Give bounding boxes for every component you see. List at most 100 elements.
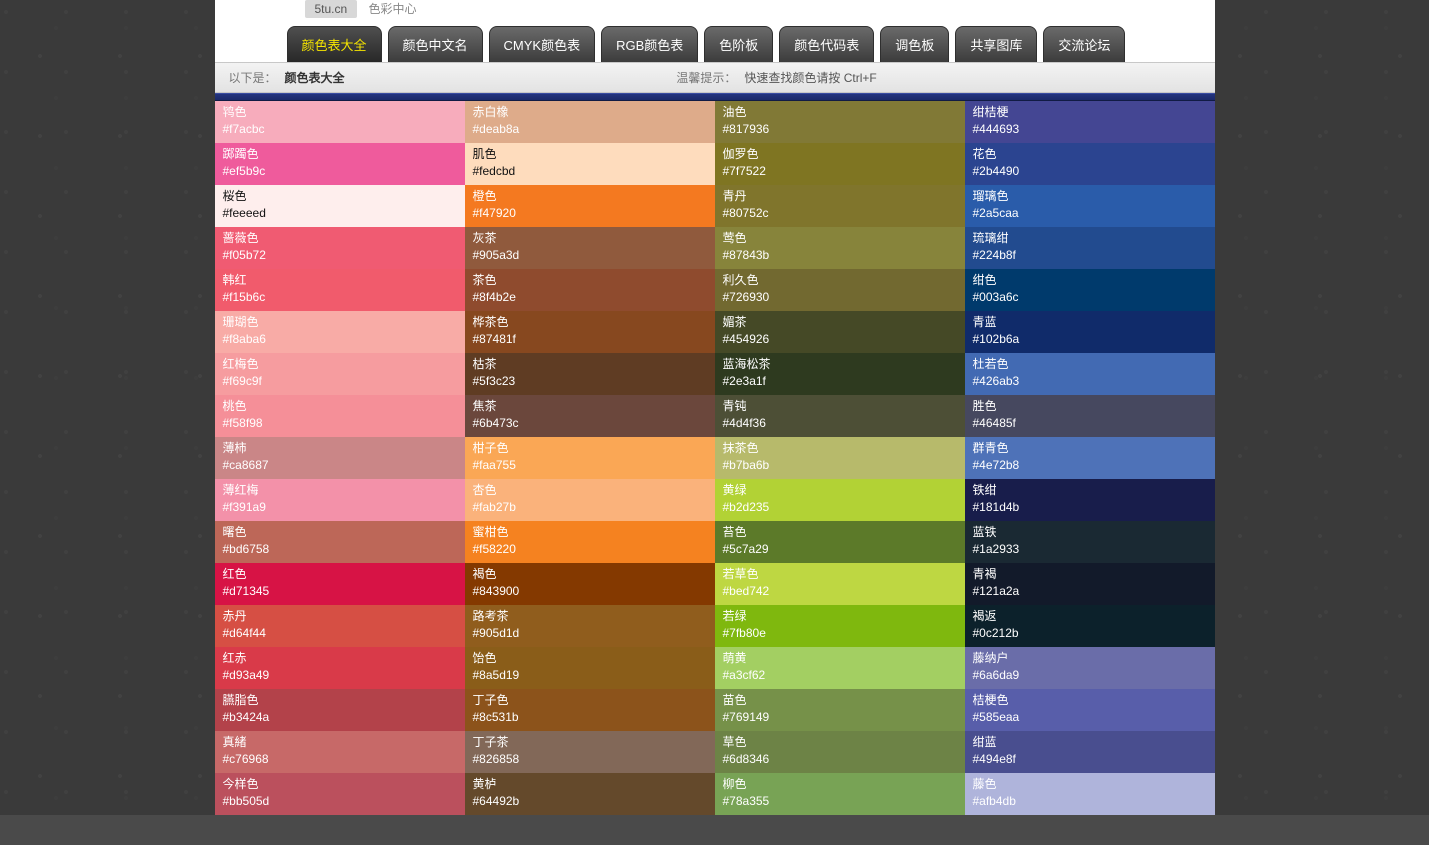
color-swatch[interactable]: 丁子色#8c531b <box>465 689 715 731</box>
color-swatch[interactable]: 蜜柑色#f58220 <box>465 521 715 563</box>
info-bar: 以下是： 颜色表大全 温馨提示： 快速查找颜色请按 Ctrl+F <box>215 62 1215 93</box>
tab-8[interactable]: 交流论坛 <box>1043 26 1125 62</box>
color-swatch[interactable]: 红色#d71345 <box>215 563 465 605</box>
color-name: 肌色 <box>473 146 707 163</box>
color-swatch[interactable]: 杜若色#426ab3 <box>965 353 1215 395</box>
color-hex: #80752c <box>723 205 957 222</box>
color-swatch[interactable]: 油色#817936 <box>715 101 965 143</box>
color-name: 丁子茶 <box>473 734 707 751</box>
color-swatch[interactable]: 萌黄#a3cf62 <box>715 647 965 689</box>
color-hex: #003a6c <box>973 289 1207 306</box>
color-swatch[interactable]: 草色#6d8346 <box>715 731 965 773</box>
color-swatch[interactable]: 柳色#78a355 <box>715 773 965 815</box>
color-swatch[interactable]: 藤纳户#6a6da9 <box>965 647 1215 689</box>
color-name: 草色 <box>723 734 957 751</box>
color-swatch[interactable]: 臙脂色#b3424a <box>215 689 465 731</box>
tab-3[interactable]: RGB颜色表 <box>601 26 698 62</box>
color-swatch[interactable]: 抹茶色#b7ba6b <box>715 437 965 479</box>
color-swatch[interactable]: 胜色#46485f <box>965 395 1215 437</box>
color-swatch[interactable]: 青丹#80752c <box>715 185 965 227</box>
color-swatch[interactable]: 柑子色#faa755 <box>465 437 715 479</box>
color-name: 青丹 <box>723 188 957 205</box>
color-swatch[interactable]: 今样色#bb505d <box>215 773 465 815</box>
color-swatch[interactable]: 韩红#f15b6c <box>215 269 465 311</box>
color-swatch[interactable]: 绀色#003a6c <box>965 269 1215 311</box>
color-swatch[interactable]: 桜色#feeeed <box>215 185 465 227</box>
color-swatch[interactable]: 青钝#4d4f36 <box>715 395 965 437</box>
color-swatch[interactable]: 桃色#f58f98 <box>215 395 465 437</box>
color-swatch[interactable]: 杏色#fab27b <box>465 479 715 521</box>
color-swatch[interactable]: 苗色#769149 <box>715 689 965 731</box>
color-name: 枯茶 <box>473 356 707 373</box>
color-swatch[interactable]: 蓝海松茶#2e3a1f <box>715 353 965 395</box>
color-hex: #bd6758 <box>223 541 457 558</box>
color-hex: #b7ba6b <box>723 457 957 474</box>
color-hex: #fedcbd <box>473 163 707 180</box>
color-swatch[interactable]: 曙色#bd6758 <box>215 521 465 563</box>
tab-1[interactable]: 颜色中文名 <box>388 26 483 62</box>
color-swatch[interactable]: 桦茶色#87481f <box>465 311 715 353</box>
color-swatch[interactable]: 赤丹#d64f44 <box>215 605 465 647</box>
color-name: 薄柿 <box>223 440 457 457</box>
color-swatch[interactable]: 灰茶#905a3d <box>465 227 715 269</box>
color-swatch[interactable]: 褐色#843900 <box>465 563 715 605</box>
color-swatch[interactable]: 褐返#0c212b <box>965 605 1215 647</box>
color-hex: #bb505d <box>223 793 457 810</box>
color-swatch[interactable]: 群青色#4e72b8 <box>965 437 1215 479</box>
color-swatch[interactable]: 黄绿#b2d235 <box>715 479 965 521</box>
color-name: 臙脂色 <box>223 692 457 709</box>
color-swatch[interactable]: 若绿#7fb80e <box>715 605 965 647</box>
tab-7[interactable]: 共享图库 <box>955 26 1037 62</box>
color-swatch[interactable]: 橙色#f47920 <box>465 185 715 227</box>
color-hex: #b3424a <box>223 709 457 726</box>
color-swatch[interactable]: 莺色#87843b <box>715 227 965 269</box>
tab-2[interactable]: CMYK颜色表 <box>489 26 596 62</box>
color-swatch[interactable]: 绀桔梗#444693 <box>965 101 1215 143</box>
color-swatch[interactable]: 伽罗色#7f7522 <box>715 143 965 185</box>
color-swatch[interactable]: 铁绀#181d4b <box>965 479 1215 521</box>
color-swatch[interactable]: 瑠璃色#2a5caa <box>965 185 1215 227</box>
tab-0[interactable]: 颜色表大全 <box>287 26 382 62</box>
color-swatch[interactable]: 路考茶#905d1d <box>465 605 715 647</box>
color-name: 青蓝 <box>973 314 1207 331</box>
tab-4[interactable]: 色阶板 <box>704 26 773 62</box>
color-swatch[interactable]: 媚茶#454926 <box>715 311 965 353</box>
color-swatch[interactable]: 鸨色#f7acbc <box>215 101 465 143</box>
color-swatch[interactable]: 肌色#fedcbd <box>465 143 715 185</box>
color-swatch[interactable]: 红赤#d93a49 <box>215 647 465 689</box>
color-swatch[interactable]: 焦茶#6b473c <box>465 395 715 437</box>
color-swatch[interactable]: 若草色#bed742 <box>715 563 965 605</box>
color-swatch[interactable]: 茶色#8f4b2e <box>465 269 715 311</box>
color-swatch[interactable]: 青褐#121a2a <box>965 563 1215 605</box>
color-swatch[interactable]: 琉璃绀#224b8f <box>965 227 1215 269</box>
info-title: 颜色表大全 <box>285 69 345 86</box>
color-swatch[interactable]: 黄栌#64492b <box>465 773 715 815</box>
color-hex: #426ab3 <box>973 373 1207 390</box>
color-swatch[interactable]: 枯茶#5f3c23 <box>465 353 715 395</box>
color-swatch[interactable]: 桔梗色#585eaa <box>965 689 1215 731</box>
color-swatch[interactable]: 蔷薇色#f05b72 <box>215 227 465 269</box>
color-swatch[interactable]: 丁子茶#826858 <box>465 731 715 773</box>
color-swatch[interactable]: 踯躅色#ef5b9c <box>215 143 465 185</box>
color-swatch[interactable]: 真緒#c76968 <box>215 731 465 773</box>
color-swatch[interactable]: 青蓝#102b6a <box>965 311 1215 353</box>
color-name: 曙色 <box>223 524 457 541</box>
color-hex: #f05b72 <box>223 247 457 264</box>
color-name: 踯躅色 <box>223 146 457 163</box>
color-swatch[interactable]: 薄红梅#f391a9 <box>215 479 465 521</box>
color-hex: #2e3a1f <box>723 373 957 390</box>
color-swatch[interactable]: 藤色#afb4db <box>965 773 1215 815</box>
color-swatch[interactable]: 饴色#8a5d19 <box>465 647 715 689</box>
tab-5[interactable]: 颜色代码表 <box>779 26 874 62</box>
color-swatch[interactable]: 绀蓝#494e8f <box>965 731 1215 773</box>
color-swatch[interactable]: 赤白橡#deab8a <box>465 101 715 143</box>
color-swatch[interactable]: 花色#2b4490 <box>965 143 1215 185</box>
color-swatch[interactable]: 红梅色#f69c9f <box>215 353 465 395</box>
color-swatch[interactable]: 苔色#5c7a29 <box>715 521 965 563</box>
color-swatch[interactable]: 利久色#726930 <box>715 269 965 311</box>
color-swatch[interactable]: 薄柿#ca8687 <box>215 437 465 479</box>
tab-6[interactable]: 调色板 <box>880 26 949 62</box>
color-swatch[interactable]: 珊瑚色#f8aba6 <box>215 311 465 353</box>
color-swatch[interactable]: 蓝铁#1a2933 <box>965 521 1215 563</box>
color-hex: #5f3c23 <box>473 373 707 390</box>
